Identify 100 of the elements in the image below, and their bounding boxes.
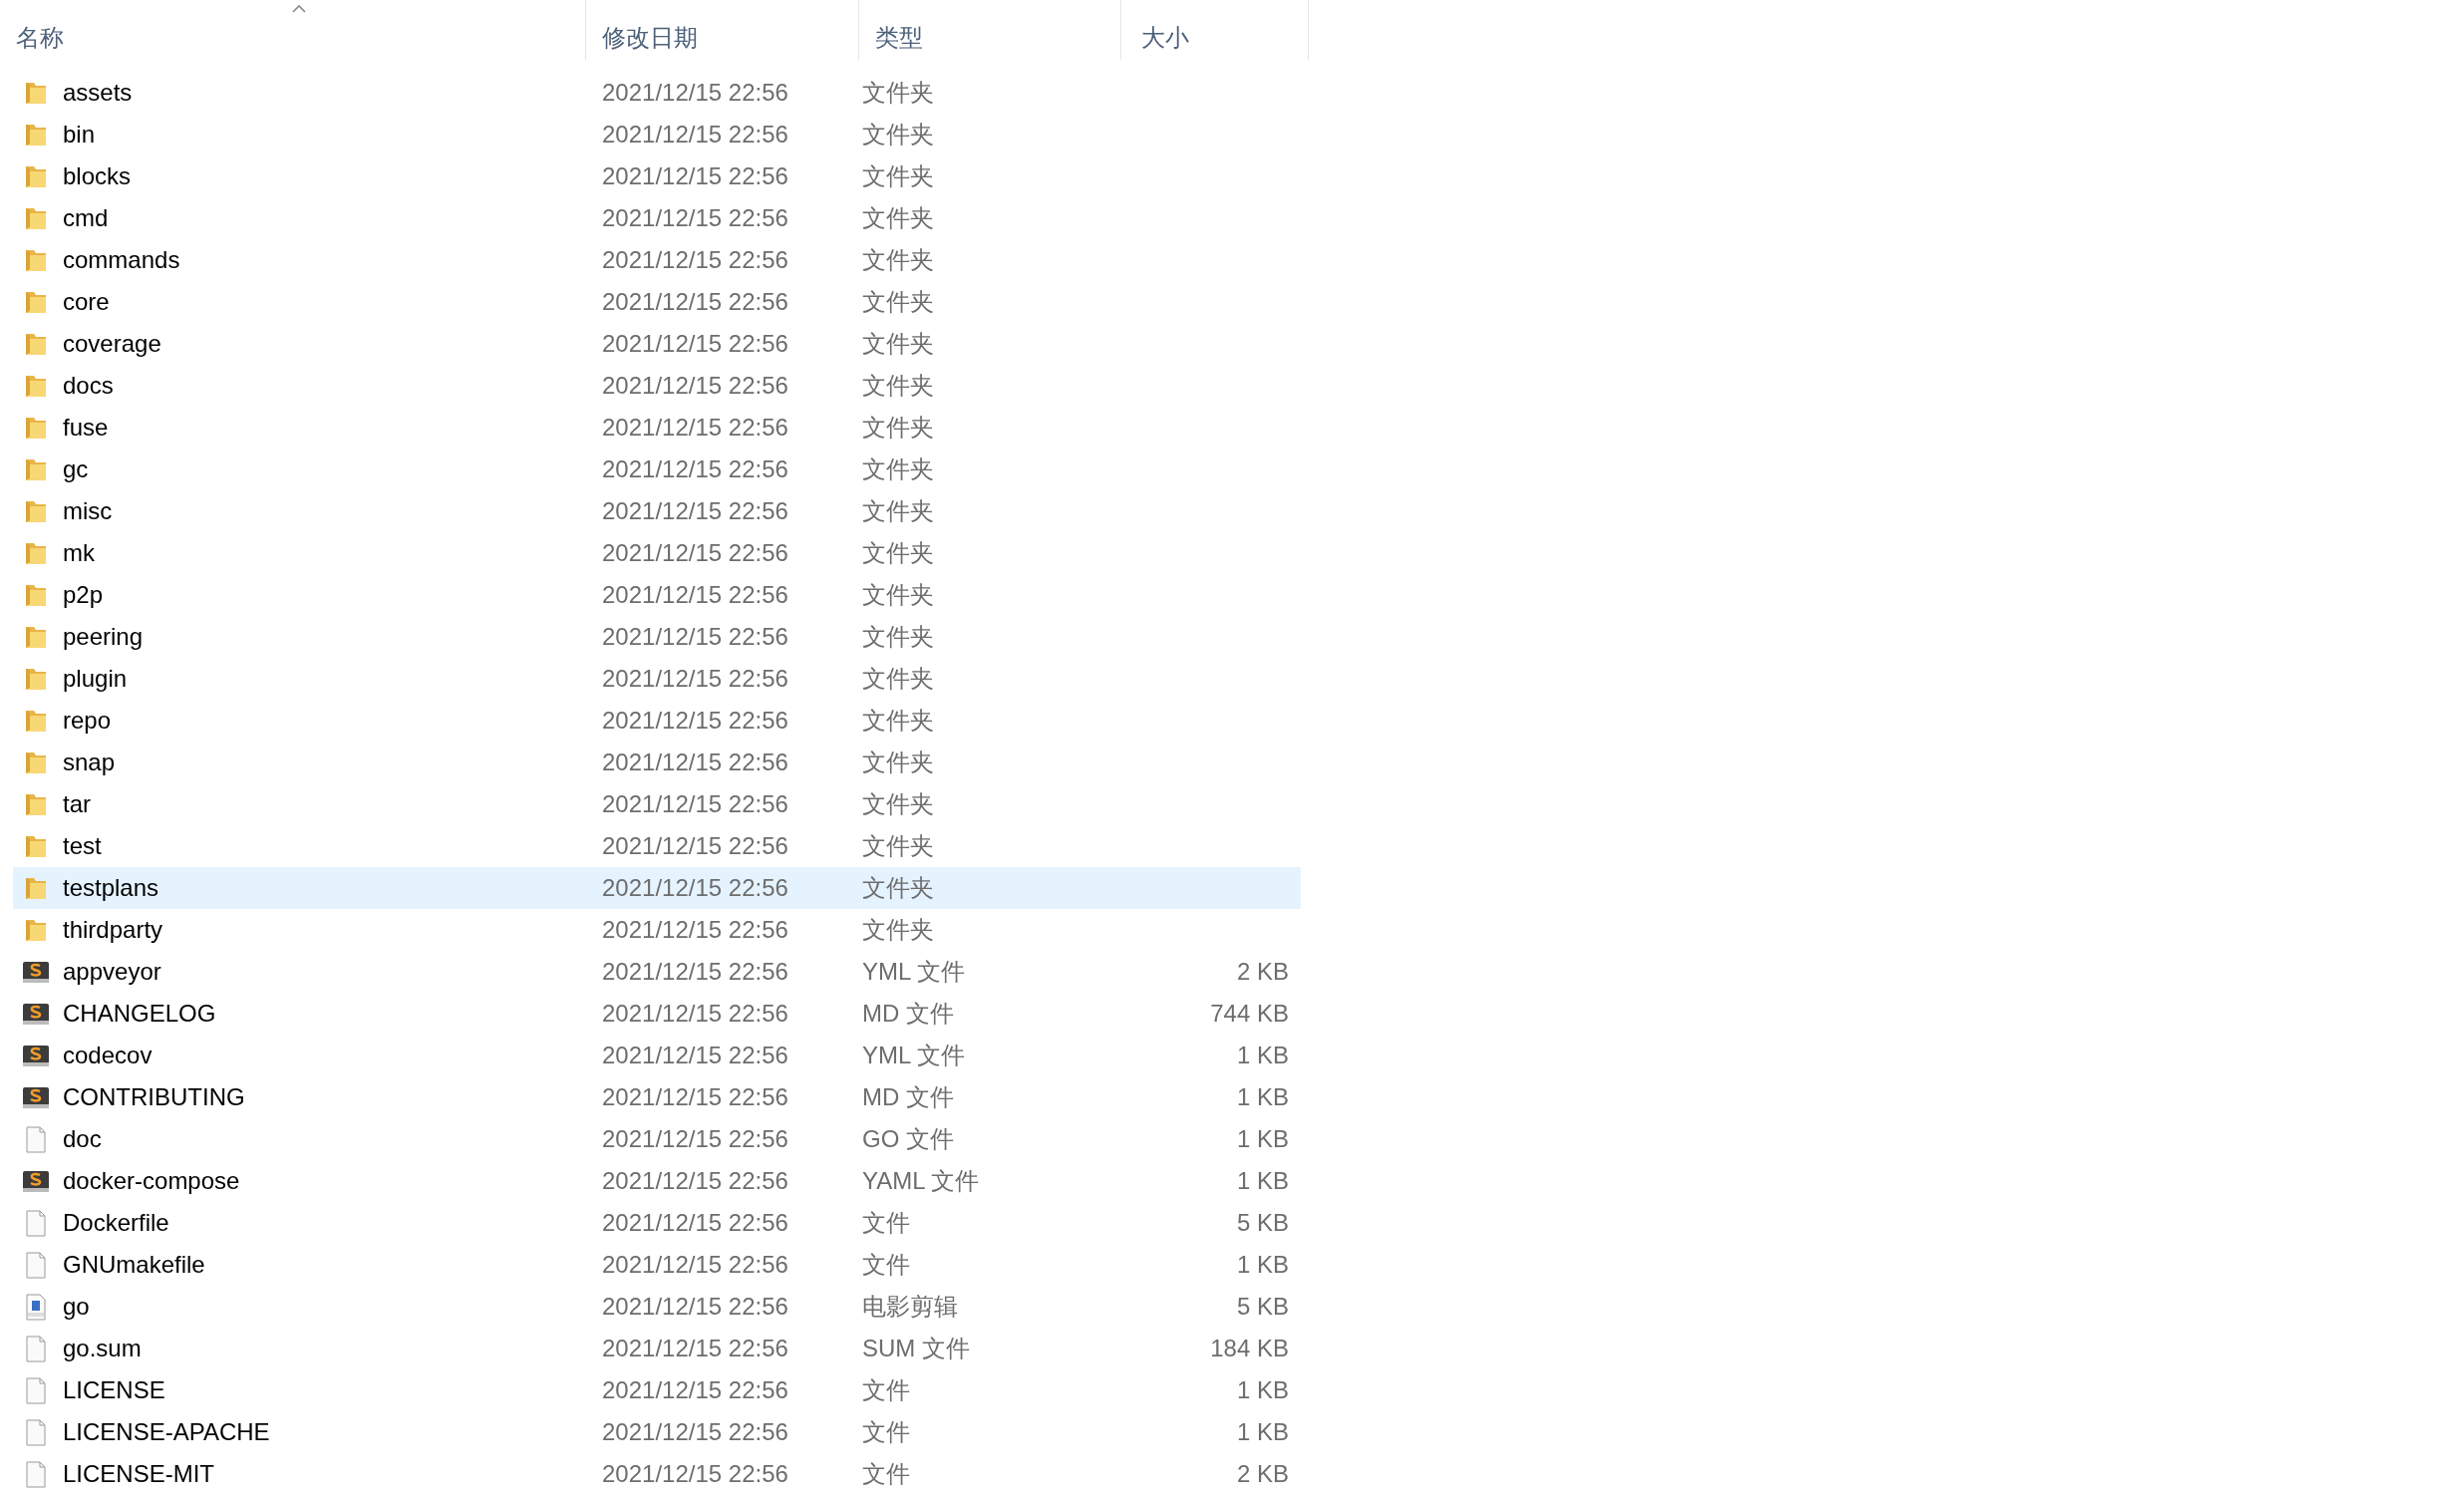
file-type: 文件 [861, 1208, 911, 1238]
file-row[interactable]: bin 2021/12/15 22:56 文件夹 [13, 114, 1301, 155]
modified-date: 2021/12/15 22:56 [601, 1124, 789, 1154]
file-row[interactable]: LICENSE 2021/12/15 22:56 文件 1 KB [13, 1369, 1301, 1411]
file-name: LICENSE [63, 1375, 165, 1405]
file-row[interactable]: core 2021/12/15 22:56 文件夹 [13, 281, 1301, 323]
file-row[interactable]: doc 2021/12/15 22:56 GO 文件 1 KB [13, 1118, 1301, 1160]
file-name: LICENSE-APACHE [63, 1417, 270, 1447]
file-name: go.sum [63, 1334, 142, 1363]
file-type: 文件夹 [861, 329, 935, 359]
file-name: gc [63, 454, 89, 484]
file-name: docs [63, 371, 114, 401]
file-name: tar [63, 789, 91, 819]
modified-date: 2021/12/15 22:56 [601, 1459, 789, 1489]
modified-date: 2021/12/15 22:56 [601, 413, 789, 443]
file-row[interactable]: snap 2021/12/15 22:56 文件夹 [13, 742, 1301, 783]
modified-date: 2021/12/15 22:56 [601, 580, 789, 610]
file-row[interactable]: go.sum 2021/12/15 22:56 SUM 文件 184 KB [13, 1328, 1301, 1369]
file-name: p2p [63, 580, 104, 610]
file-type: 文件夹 [861, 831, 935, 861]
file-type: YML 文件 [861, 1041, 967, 1070]
file-name: docker-compose [63, 1166, 240, 1196]
file-name: mk [63, 538, 95, 568]
file-size: 5 KB [1235, 1292, 1289, 1322]
file-type: 文件夹 [861, 789, 935, 819]
file-type: 文件夹 [861, 245, 935, 275]
modified-date: 2021/12/15 22:56 [601, 831, 789, 861]
modified-date: 2021/12/15 22:56 [601, 1375, 789, 1405]
file-row[interactable]: appveyor 2021/12/15 22:56 YML 文件 2 KB [13, 951, 1301, 993]
modified-date: 2021/12/15 22:56 [601, 1041, 789, 1070]
modified-date: 2021/12/15 22:56 [601, 664, 789, 694]
file-row[interactable]: thirdparty 2021/12/15 22:56 文件夹 [13, 909, 1301, 951]
file-row[interactable]: commands 2021/12/15 22:56 文件夹 [13, 239, 1301, 281]
file-row[interactable]: gc 2021/12/15 22:56 文件夹 [13, 449, 1301, 490]
file-size: 1 KB [1235, 1082, 1289, 1112]
file-row[interactable]: docker-compose 2021/12/15 22:56 YAML 文件 1 KB [13, 1160, 1301, 1202]
modified-date: 2021/12/15 22:56 [601, 622, 789, 652]
file-name: testplans [63, 873, 159, 903]
file-row[interactable]: assets 2021/12/15 22:56 文件夹 [13, 72, 1301, 114]
file-row[interactable]: test 2021/12/15 22:56 文件夹 [13, 825, 1301, 867]
file-row[interactable]: repo 2021/12/15 22:56 文件夹 [13, 700, 1301, 742]
file-type: 文件 [861, 1375, 911, 1405]
file-row[interactable]: fuse 2021/12/15 22:56 文件夹 [13, 407, 1301, 449]
file-size: 2 KB [1235, 1459, 1289, 1489]
modified-date: 2021/12/15 22:56 [601, 287, 789, 317]
file-name: core [63, 287, 110, 317]
file-row[interactable]: mk 2021/12/15 22:56 文件夹 [13, 532, 1301, 574]
file-row[interactable]: cmd 2021/12/15 22:56 文件夹 [13, 197, 1301, 239]
file-row[interactable]: coverage 2021/12/15 22:56 文件夹 [13, 323, 1301, 365]
modified-date: 2021/12/15 22:56 [601, 1166, 789, 1196]
file-row[interactable]: blocks 2021/12/15 22:56 文件夹 [13, 155, 1301, 197]
file-row[interactable]: misc 2021/12/15 22:56 文件夹 [13, 490, 1301, 532]
modified-date: 2021/12/15 22:56 [601, 957, 789, 987]
file-row[interactable]: go 2021/12/15 22:56 电影剪辑 5 KB [13, 1286, 1301, 1328]
file-type: 文件 [861, 1459, 911, 1489]
file-row[interactable]: p2p 2021/12/15 22:56 文件夹 [13, 574, 1301, 616]
file-size: 1 KB [1235, 1417, 1289, 1447]
file-row[interactable]: CONTRIBUTING 2021/12/15 22:56 MD 文件 1 KB [13, 1076, 1301, 1118]
modified-date: 2021/12/15 22:56 [601, 748, 789, 777]
file-type: 文件夹 [861, 915, 935, 945]
file-type: 文件夹 [861, 706, 935, 736]
file-row[interactable]: GNUmakefile 2021/12/15 22:56 文件 1 KB [13, 1244, 1301, 1286]
modified-date: 2021/12/15 22:56 [601, 78, 789, 108]
file-row[interactable]: codecov 2021/12/15 22:56 YML 文件 1 KB [13, 1035, 1301, 1076]
file-type: 文件夹 [861, 203, 935, 233]
modified-date: 2021/12/15 22:56 [601, 1417, 789, 1447]
file-row[interactable]: docs 2021/12/15 22:56 文件夹 [13, 365, 1301, 407]
modified-date: 2021/12/15 22:56 [601, 496, 789, 526]
file-type: 文件夹 [861, 287, 935, 317]
file-name: bin [63, 120, 96, 150]
file-type: 文件夹 [861, 496, 935, 526]
modified-date: 2021/12/15 22:56 [601, 999, 789, 1029]
file-size: 5 KB [1235, 1208, 1289, 1238]
file-type: 文件夹 [861, 161, 935, 191]
file-name: peering [63, 622, 144, 652]
file-name: Dockerfile [63, 1208, 169, 1238]
file-row[interactable]: peering 2021/12/15 22:56 文件夹 [13, 616, 1301, 658]
modified-date: 2021/12/15 22:56 [601, 1208, 789, 1238]
file-row[interactable]: CHANGELOG 2021/12/15 22:56 MD 文件 744 KB [13, 993, 1301, 1035]
modified-date: 2021/12/15 22:56 [601, 789, 789, 819]
modified-date: 2021/12/15 22:56 [601, 538, 789, 568]
modified-date: 2021/12/15 22:56 [601, 245, 789, 275]
file-row[interactable]: LICENSE-MIT 2021/12/15 22:56 文件 2 KB [13, 1453, 1301, 1495]
file-type: 文件夹 [861, 622, 935, 652]
modified-date: 2021/12/15 22:56 [601, 1292, 789, 1322]
file-row[interactable]: plugin 2021/12/15 22:56 文件夹 [13, 658, 1301, 700]
file-name: codecov [63, 1041, 153, 1070]
file-size: 2 KB [1235, 957, 1289, 987]
file-name: thirdparty [63, 915, 163, 945]
modified-date: 2021/12/15 22:56 [601, 203, 789, 233]
file-size: 1 KB [1235, 1250, 1289, 1280]
file-name: go [63, 1292, 90, 1322]
file-row[interactable]: LICENSE-APACHE 2021/12/15 22:56 文件 1 KB [13, 1411, 1301, 1453]
file-type: 文件夹 [861, 873, 935, 903]
file-row[interactable]: tar 2021/12/15 22:56 文件夹 [13, 783, 1301, 825]
file-row[interactable]: Dockerfile 2021/12/15 22:56 文件 5 KB [13, 1202, 1301, 1244]
modified-date: 2021/12/15 22:56 [601, 873, 789, 903]
name-column-header[interactable]: 名称 [13, 0, 586, 60]
file-row[interactable]: testplans 2021/12/15 22:56 文件夹 [13, 867, 1301, 909]
file-type: 电影剪辑 [861, 1292, 959, 1322]
